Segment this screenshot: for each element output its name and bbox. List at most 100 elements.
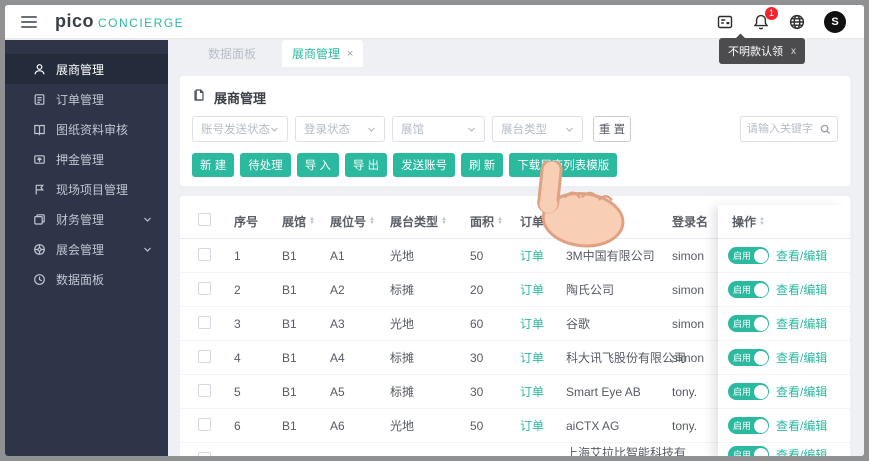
cell-booth-type: 标摊 <box>390 283 415 297</box>
row-checkbox[interactable] <box>198 281 211 295</box>
select-placeholder: 展馆 <box>401 124 424 136</box>
order-link[interactable]: 订单 <box>520 385 544 399</box>
refresh-button[interactable]: 刷 新 <box>461 153 504 177</box>
sort-icon[interactable]: ▲ ▼ <box>497 216 503 226</box>
sort-icon[interactable]: ▲ ▼ <box>309 216 315 226</box>
order-link[interactable]: 订单 <box>520 283 544 297</box>
sidebar-item-finance-mgmt[interactable]: 财务管理 <box>5 204 168 234</box>
enable-toggle[interactable]: 启用 <box>728 315 769 332</box>
row-checkbox[interactable] <box>198 349 211 363</box>
col-header-order[interactable]: 订单 ▲ ▼ <box>520 213 566 230</box>
col-header-booth-type[interactable]: 展台类型 ▲ ▼ <box>390 213 470 230</box>
row-checkbox[interactable] <box>198 451 211 456</box>
view-edit-link[interactable]: 查看/编辑 <box>776 446 827 456</box>
cell-no: 5 <box>234 384 241 399</box>
view-edit-link[interactable]: 查看/编辑 <box>776 417 827 434</box>
sidebar-item-order-mgmt[interactable]: 订单管理 <box>5 84 168 114</box>
filter-booth-type-select[interactable]: 展台类型 <box>492 116 583 142</box>
order-link[interactable]: 订单 <box>520 249 544 263</box>
finance-icon <box>33 213 46 226</box>
tab-exhibitor-mgmt[interactable]: 展商管理 × <box>282 40 364 67</box>
sort-icon[interactable]: ▲ ▼ <box>759 216 765 226</box>
pending-button[interactable]: 待处理 <box>240 153 291 177</box>
row-checkbox[interactable] <box>198 417 211 431</box>
menu-toggle-button[interactable] <box>21 13 37 31</box>
row-checkbox[interactable] <box>198 315 211 329</box>
main-area: 数据面板 展商管理 × 展商管理 账号发送状态 登录状态 展馆 展台类型 重 置… <box>168 40 864 456</box>
sidebar-item-drawing-review[interactable]: 图纸资料审核 <box>5 114 168 144</box>
view-edit-link[interactable]: 查看/编辑 <box>776 383 827 400</box>
notifications-button[interactable]: 1 <box>752 6 778 31</box>
enable-toggle[interactable]: 启用 <box>728 247 769 264</box>
col-header-booth[interactable]: 展位号 ▲ ▼ <box>330 213 390 230</box>
cell-booth: A3 <box>330 316 345 331</box>
new-button[interactable]: 新 建 <box>192 153 235 177</box>
language-globe-icon[interactable] <box>788 13 806 31</box>
cell-hall: B1 <box>282 350 297 365</box>
import-button[interactable]: 导 入 <box>296 153 339 177</box>
filter-account-send-status-select[interactable]: 账号发送状态 <box>192 116 288 142</box>
sidebar-item-exhibitor-mgmt[interactable]: 展商管理 <box>5 54 168 84</box>
enable-toggle[interactable]: 启用 <box>728 417 769 434</box>
search-icon <box>820 124 831 134</box>
filter-hall-select[interactable]: 展馆 <box>392 116 485 142</box>
row-checkbox[interactable] <box>198 383 211 397</box>
col-header-actions[interactable]: 操作 ▲ ▼ <box>718 205 847 239</box>
download-template-button[interactable]: 下载展商列表模版 <box>509 153 618 177</box>
order-link[interactable]: 订单 <box>520 419 544 433</box>
tooltip-close-icon[interactable]: x <box>791 46 796 57</box>
col-header-exhibitor-name[interactable]: 展商名 ▲ ▼ <box>566 213 672 230</box>
reset-button[interactable]: 重 置 <box>593 116 631 142</box>
sidebar-item-exhibition-mgmt[interactable]: 展会管理 <box>5 234 168 264</box>
enable-toggle[interactable]: 启用 <box>728 349 769 366</box>
claim-icon[interactable] <box>716 13 734 31</box>
sidebar-item-label: 押金管理 <box>56 152 105 167</box>
action-row: 启用 查看/编辑 <box>718 307 847 341</box>
col-header-no[interactable]: 序号 <box>234 213 282 230</box>
cell-area: 50 <box>470 248 484 263</box>
user-avatar[interactable]: S <box>824 10 846 33</box>
cell-booth-type: 光地 <box>390 249 415 263</box>
toggle-label: 启用 <box>733 450 752 456</box>
toggle-knob <box>753 384 768 399</box>
tab-data-dashboard[interactable]: 数据面板 <box>204 40 260 67</box>
cell-booth: A4 <box>330 350 345 365</box>
page-title: 展商管理 <box>214 90 267 106</box>
view-edit-link[interactable]: 查看/编辑 <box>776 247 827 264</box>
cell-exhibitor-name: 谷歌 <box>566 317 591 331</box>
export-button[interactable]: 导 出 <box>344 153 388 177</box>
sort-icon[interactable]: ▲ ▼ <box>547 216 553 226</box>
sidebar-item-data-dashboard[interactable]: 数据面板 <box>5 264 168 294</box>
dashboard-icon <box>33 273 46 286</box>
cell-hall: B1 <box>282 248 297 263</box>
view-edit-link[interactable]: 查看/编辑 <box>776 281 827 298</box>
select-all-checkbox[interactable] <box>198 213 211 226</box>
sort-icon[interactable]: ▲ ▼ <box>441 216 447 226</box>
filter-login-status-select[interactable]: 登录状态 <box>295 116 385 142</box>
sidebar-item-onsite-project-mgmt[interactable]: 现场项目管理 <box>5 174 168 204</box>
row-checkbox[interactable] <box>198 247 211 261</box>
view-edit-link[interactable]: 查看/编辑 <box>776 349 827 366</box>
sidebar-item-label: 现场项目管理 <box>56 182 129 197</box>
tab-close-icon[interactable]: × <box>347 48 353 60</box>
cell-hall: B1 <box>282 384 297 399</box>
col-header-area[interactable]: 面积 ▲ ▼ <box>470 213 520 230</box>
toggle-knob <box>753 282 768 297</box>
order-link[interactable]: 订单 <box>520 351 544 365</box>
cell-hall: B1 <box>282 418 297 433</box>
enable-toggle[interactable]: 启用 <box>728 446 769 456</box>
toggle-label: 启用 <box>733 285 752 295</box>
enable-toggle[interactable]: 启用 <box>728 281 769 298</box>
order-link[interactable]: 订单 <box>520 317 544 331</box>
page-title-icon <box>192 88 206 107</box>
enable-toggle[interactable]: 启用 <box>728 383 769 400</box>
app-logo: pico CONCIERGE <box>55 11 184 32</box>
sort-icon[interactable]: ▲ ▼ <box>605 216 611 226</box>
sidebar-item-label: 展会管理 <box>56 242 105 257</box>
sort-icon[interactable]: ▲ ▼ <box>369 216 375 226</box>
sidebar-item-deposit-mgmt[interactable]: 押金管理 <box>5 144 168 174</box>
view-edit-link[interactable]: 查看/编辑 <box>776 315 827 332</box>
send-account-button[interactable]: 发送账号 <box>393 153 456 177</box>
col-header-hall[interactable]: 展馆 ▲ ▼ <box>282 213 330 230</box>
search-input[interactable] <box>747 123 819 135</box>
